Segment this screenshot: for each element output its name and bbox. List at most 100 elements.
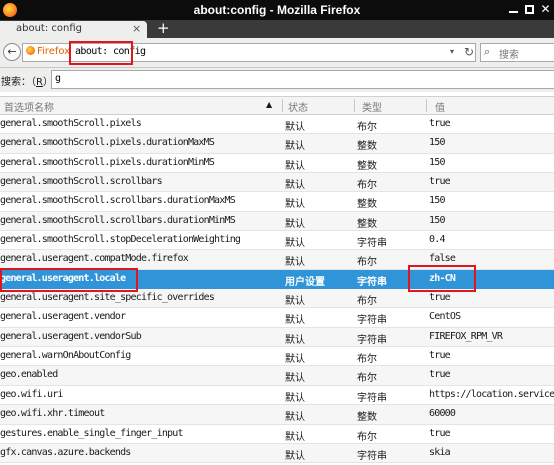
tab-about-config[interactable]: about: config × bbox=[0, 21, 147, 38]
pref-status: 默认 bbox=[285, 199, 305, 211]
pref-status: 默认 bbox=[285, 238, 305, 250]
table-row[interactable]: geo.wifi.uri 默认 字符串 https://location.servic… bbox=[0, 386, 554, 406]
pref-name: general.smoothScroll.scrollbars.duration… bbox=[0, 214, 236, 226]
pref-name: general.smoothScroll.pixels.durationMaxM… bbox=[0, 137, 215, 149]
tab-label: about: config bbox=[16, 23, 83, 34]
pref-status: 用户设置 bbox=[285, 276, 325, 288]
pref-value: true bbox=[429, 176, 451, 188]
pref-value: true bbox=[429, 350, 451, 362]
sort-ascending-icon: ▲ bbox=[266, 100, 273, 109]
table-row[interactable]: gestures.enable_single_finger_input 默认 布尔 t… bbox=[0, 425, 554, 444]
pref-status: 默认 bbox=[285, 141, 305, 153]
column-divider[interactable] bbox=[282, 99, 283, 112]
pref-type: 布尔 bbox=[357, 180, 377, 192]
column-header-name[interactable]: 首选项名称 bbox=[4, 99, 54, 114]
url-text[interactable]: about: config bbox=[75, 46, 146, 57]
pref-type: 整数 bbox=[357, 141, 377, 153]
pref-name: general.useragent.vendor bbox=[0, 311, 126, 323]
pref-type: 整数 bbox=[357, 218, 377, 230]
filter-label: 搜索：（R） bbox=[1, 73, 53, 88]
filter-access-key: R bbox=[36, 77, 43, 88]
pref-type: 字符串 bbox=[357, 238, 387, 250]
site-identity[interactable]: Firefox bbox=[26, 46, 70, 57]
pref-value: 150 bbox=[429, 195, 445, 207]
pref-status: 默认 bbox=[285, 296, 305, 308]
table-row[interactable]: geo.enabled 默认 布尔 true bbox=[0, 366, 554, 386]
pref-type: 字符串 bbox=[357, 450, 387, 462]
table-row[interactable]: general.useragent.locale 用户设置 字符串 zh-CN bbox=[0, 269, 554, 290]
close-window-button[interactable]: ✕ bbox=[540, 3, 551, 15]
table-row[interactable]: general.smoothScroll.scrollbars.duration… bbox=[0, 211, 554, 232]
pref-type: 整数 bbox=[357, 412, 377, 424]
pref-value: CentOS bbox=[429, 311, 461, 323]
pref-status: 默认 bbox=[285, 354, 305, 366]
search-placeholder: 搜索 bbox=[499, 50, 519, 61]
window-title-bar: about:config - Mozilla Firefox ✕ bbox=[0, 0, 554, 20]
table-row[interactable]: general.useragent.vendorSub 默认 字符串 FIREFOX_… bbox=[0, 327, 554, 348]
pref-status: 默认 bbox=[285, 122, 305, 133]
pref-value: https://location.services.mozilla.com bbox=[429, 388, 554, 400]
window-title: about:config - Mozilla Firefox bbox=[193, 3, 361, 17]
table-row[interactable]: general.useragent.compatMode.firefox 默认 布尔… bbox=[0, 250, 554, 270]
back-button[interactable]: ← bbox=[3, 43, 21, 61]
pref-status: 默认 bbox=[285, 412, 305, 424]
pref-type: 字符串 bbox=[357, 315, 387, 327]
url-dropdown-icon[interactable]: ▾ bbox=[450, 47, 454, 56]
filter-input-value: g bbox=[55, 73, 62, 84]
table-row[interactable]: general.smoothScroll.scrollbars 默认 布尔 true bbox=[0, 173, 554, 193]
table-row[interactable]: general.smoothScroll.pixels.durationMaxM… bbox=[0, 134, 554, 154]
pref-status: 默认 bbox=[285, 218, 305, 230]
navigation-toolbar: ← Firefox about: config ▾ ↻ ⌕ 搜索 bbox=[0, 38, 554, 68]
pref-value: true bbox=[429, 118, 451, 129]
tab-strip: about: config × + bbox=[0, 20, 554, 38]
pref-name: general.warnOnAboutConfig bbox=[0, 350, 131, 362]
search-bar[interactable]: ⌕ 搜索 bbox=[480, 43, 554, 62]
column-header-value[interactable]: 值 bbox=[435, 99, 445, 114]
pref-type: 布尔 bbox=[357, 431, 377, 443]
pref-name: general.smoothScroll.scrollbars.duration… bbox=[0, 195, 236, 207]
table-row[interactable]: general.smoothScroll.pixels.durationMinM… bbox=[0, 154, 554, 174]
pref-status: 默认 bbox=[285, 315, 305, 327]
column-header-status[interactable]: 状态 bbox=[288, 99, 308, 114]
pref-type: 字符串 bbox=[357, 392, 387, 404]
pref-name: geo.enabled bbox=[0, 369, 58, 381]
table-row[interactable]: general.warnOnAboutConfig 默认 布尔 true bbox=[0, 347, 554, 367]
pref-type: 布尔 bbox=[357, 122, 377, 133]
filter-input[interactable]: g bbox=[51, 70, 554, 89]
column-divider[interactable] bbox=[354, 99, 355, 112]
new-tab-button[interactable]: + bbox=[157, 20, 170, 37]
pref-type: 布尔 bbox=[357, 373, 377, 385]
pref-value: 150 bbox=[429, 156, 445, 168]
table-row[interactable]: general.smoothScroll.scrollbars.duration… bbox=[0, 192, 554, 212]
table-row[interactable]: geo.wifi.xhr.timeout 默认 整数 60000 bbox=[0, 405, 554, 425]
reload-icon[interactable]: ↻ bbox=[464, 45, 474, 59]
pref-value: 150 bbox=[429, 214, 445, 226]
table-row[interactable]: gfx.canvas.azure.backends 默认 字符串 skia bbox=[0, 443, 554, 464]
pref-status: 默认 bbox=[285, 431, 305, 443]
pref-name: geo.wifi.uri bbox=[0, 388, 63, 400]
pref-name: general.smoothScroll.pixels bbox=[0, 118, 142, 129]
column-header-type[interactable]: 类型 bbox=[362, 99, 382, 114]
pref-status: 默认 bbox=[285, 180, 305, 192]
pref-name: general.smoothScroll.pixels.durationMinM… bbox=[0, 156, 215, 168]
filter-row: 搜索：（R） g bbox=[0, 68, 554, 92]
pref-type: 布尔 bbox=[357, 354, 377, 366]
pref-name: general.useragent.compatMode.firefox bbox=[0, 253, 189, 265]
table-row[interactable]: general.useragent.site_specific_override… bbox=[0, 289, 554, 309]
pref-status: 默认 bbox=[285, 334, 305, 346]
url-bar[interactable]: Firefox about: config ▾ ↻ bbox=[22, 43, 476, 62]
tab-close-icon[interactable]: × bbox=[132, 22, 141, 35]
table-row[interactable]: general.smoothScroll.pixels 默认 布尔 true bbox=[0, 115, 554, 135]
table-row[interactable]: general.useragent.vendor 默认 字符串 CentOS bbox=[0, 308, 554, 328]
minimize-button[interactable] bbox=[508, 4, 519, 15]
pref-type: 整数 bbox=[357, 199, 377, 211]
table-row[interactable]: general.smoothScroll.stopDecelerationWei… bbox=[0, 231, 554, 251]
table-header: 首选项名称 ▲ 状态 类型 值 bbox=[0, 96, 554, 115]
pref-name: general.useragent.site_specific_override… bbox=[0, 292, 215, 304]
identity-label: Firefox bbox=[37, 46, 71, 57]
pref-name: general.smoothScroll.scrollbars bbox=[0, 176, 163, 188]
pref-value: true bbox=[429, 427, 451, 439]
maximize-button[interactable] bbox=[524, 4, 535, 15]
column-divider[interactable] bbox=[426, 99, 427, 112]
pref-value: 150 bbox=[429, 137, 445, 149]
